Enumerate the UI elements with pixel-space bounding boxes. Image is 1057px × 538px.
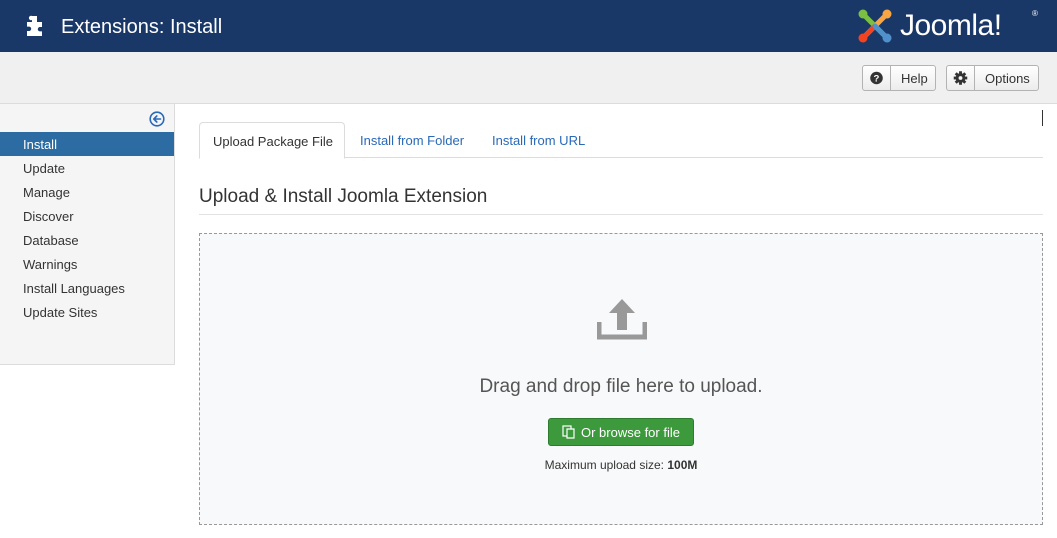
- sidebar-item-label: Update: [23, 161, 65, 176]
- tab-upload-package-file[interactable]: Upload Package File: [199, 122, 345, 159]
- help-button[interactable]: ? Help: [862, 65, 936, 91]
- arrow-left-circle-icon[interactable]: [149, 111, 165, 127]
- svg-text:?: ?: [874, 73, 880, 84]
- sidebar-item-label: Warnings: [23, 257, 78, 272]
- puzzle-icon: [27, 15, 42, 37]
- joomla-logo[interactable]: Joomla! ®: [856, 7, 1042, 45]
- files-icon: [562, 425, 575, 439]
- sidebar-item-label: Install: [23, 137, 57, 152]
- tab-label: Install from Folder: [360, 133, 465, 148]
- sidebar-item-warnings[interactable]: Warnings: [0, 252, 174, 276]
- max-upload-size: Maximum upload size: 100M: [200, 458, 1042, 472]
- joomla-mark-icon: [858, 9, 892, 43]
- logo-registered: ®: [1032, 9, 1038, 18]
- logo-wordmark: Joomla!: [900, 9, 1002, 42]
- page-title: Extensions: Install: [61, 16, 223, 38]
- section-divider: [199, 214, 1043, 215]
- browse-file-label: Or browse for file: [581, 425, 680, 440]
- sidebar-item-label: Discover: [23, 209, 74, 224]
- tab-label: Upload Package File: [213, 134, 333, 149]
- drag-drop-text: Drag and drop file here to upload.: [479, 376, 763, 397]
- tab-install-from-folder[interactable]: Install from Folder: [360, 122, 470, 158]
- upload-icon: [597, 299, 647, 340]
- options-label: Options: [985, 71, 1030, 86]
- sidebar-item-update-sites[interactable]: Update Sites: [0, 300, 174, 324]
- sidebar-item-label: Install Languages: [23, 281, 125, 296]
- sidebar-item-database[interactable]: Database: [0, 228, 174, 252]
- sidebar-item-update[interactable]: Update: [0, 156, 174, 180]
- sidebar-item-manage[interactable]: Manage: [0, 180, 174, 204]
- max-upload-label: Maximum upload size:: [544, 458, 664, 472]
- sidebar-item-label: Manage: [23, 185, 70, 200]
- sidebar-item-label: Database: [23, 233, 79, 248]
- max-upload-value: 100M: [667, 458, 698, 472]
- tab-bar: Upload Package File Install from Folder …: [199, 122, 1043, 159]
- upload-dropzone[interactable]: Drag and drop file here to upload. Or br…: [199, 233, 1043, 525]
- app-header: Extensions: Install Joomla! ®: [0, 0, 1057, 52]
- sidebar-item-label: Update Sites: [23, 305, 98, 320]
- toolbar: ? Help Options: [0, 52, 1057, 104]
- question-circle-icon: ?: [870, 66, 891, 90]
- sidebar: Install Update Manage Discover Database …: [0, 104, 175, 365]
- tab-install-from-url[interactable]: Install from URL: [492, 122, 592, 158]
- options-button[interactable]: Options: [946, 65, 1039, 91]
- browse-file-button[interactable]: Or browse for file: [548, 418, 694, 446]
- sidebar-item-install-languages[interactable]: Install Languages: [0, 276, 174, 300]
- tab-label: Install from URL: [492, 133, 586, 148]
- sidebar-item-install[interactable]: Install: [0, 132, 174, 156]
- gear-icon: [953, 66, 975, 90]
- section-title: Upload & Install Joomla Extension: [199, 186, 488, 207]
- sidebar-item-discover[interactable]: Discover: [0, 204, 174, 228]
- main-content: Upload Package File Install from Folder …: [199, 104, 1043, 538]
- help-label: Help: [901, 71, 928, 86]
